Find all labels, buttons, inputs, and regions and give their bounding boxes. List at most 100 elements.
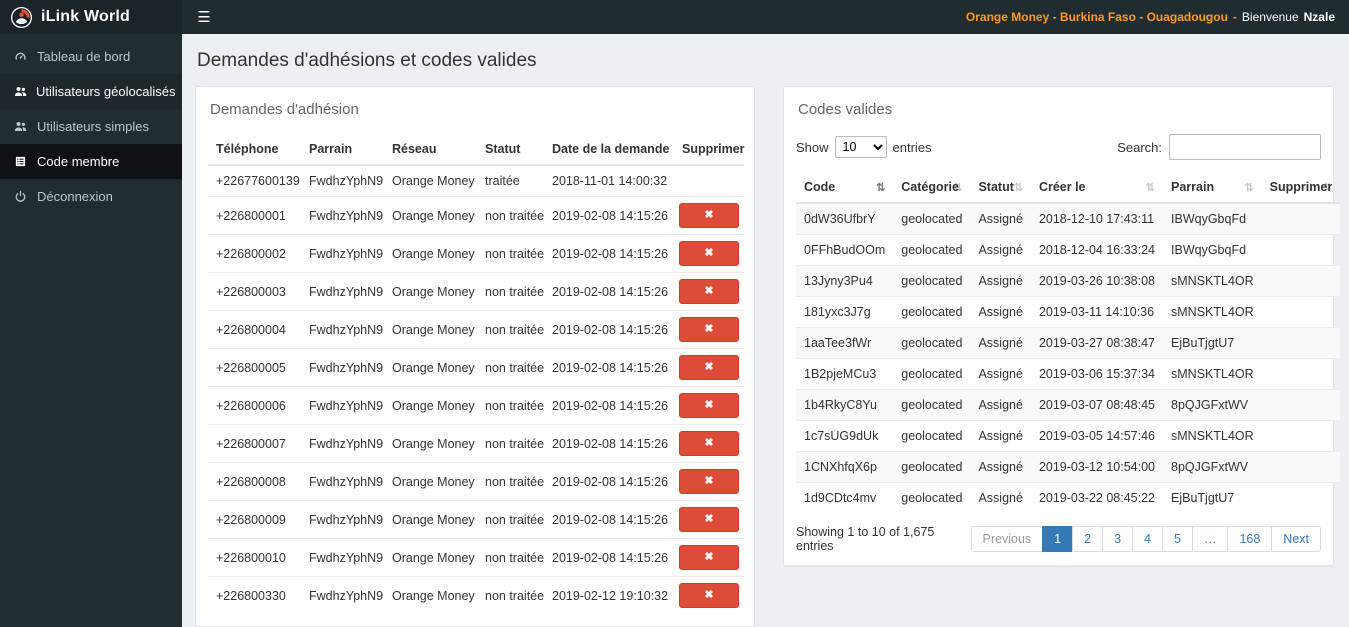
codes-column-header[interactable]: ⇅ Code	[796, 172, 894, 204]
delete-demande-button[interactable]: ✖	[679, 203, 739, 228]
sidebar-item-utilisateurs-geolocalises[interactable]: Utilisateurs géolocalisés	[0, 74, 182, 109]
cell-telephone: +226800004	[208, 310, 301, 349]
codes-table: ⇅ Code ⇅ Catégorie ⇅ Statut ⇅ Créer le ⇅ Parrain ⇅…	[796, 172, 1341, 513]
delete-demande-button[interactable]: ✖	[679, 507, 739, 532]
delete-demande-button[interactable]: ✖	[679, 355, 739, 380]
cell-categorie: geolocated	[893, 482, 971, 513]
cell-supprimer	[1261, 234, 1341, 266]
codes-row: 1B2pjeMCu3 geolocated Assigné 2019-03-06 15…	[796, 358, 1341, 390]
brand[interactable]: iLink World	[0, 0, 182, 34]
pagination-page-4[interactable]: 4	[1132, 526, 1163, 552]
cell-statut: Assigné	[970, 202, 1031, 235]
cell-statut: Assigné	[970, 451, 1031, 483]
demandes-column-header: Statut	[477, 134, 544, 166]
codes-column-header[interactable]: ⇅ Supprimer	[1261, 172, 1341, 204]
cell-categorie: geolocated	[893, 234, 971, 266]
pagination-page-3[interactable]: 3	[1102, 526, 1134, 552]
codes-column-header[interactable]: ⇅ Créer le	[1030, 172, 1164, 204]
cell-supprimer	[1261, 358, 1341, 390]
demandes-column-header: Supprimer	[674, 134, 745, 166]
cell-parrain: FwdhzYphN9	[301, 538, 384, 577]
delete-demande-button[interactable]: ✖	[679, 431, 739, 456]
codes-row: 1aaTee3fWr geolocated Assigné 2019-03-27 08…	[796, 327, 1341, 359]
cell-code: 1b4RkyC8Yu	[796, 389, 894, 421]
pagination-page-5[interactable]: 5	[1161, 526, 1193, 552]
delete-demande-button[interactable]: ✖	[679, 583, 739, 608]
sidebar-item-utilisateurs-simples[interactable]: Utilisateurs simples	[0, 109, 182, 144]
cell-telephone: +226800330	[208, 576, 301, 614]
cell-supprimer	[1261, 327, 1341, 359]
demandes-column-header: Date de la demande	[544, 134, 674, 166]
codes-row: 181yxc3J7g geolocated Assigné 2019-03-11 14…	[796, 296, 1341, 328]
pagination-ellipsis[interactable]: …	[1191, 526, 1229, 552]
pagination-next[interactable]: Next	[1271, 526, 1321, 552]
sidebar-toggle-button[interactable]: ☰	[182, 0, 226, 34]
power-icon	[14, 190, 28, 203]
codes-row: 1c7sUG9dUk geolocated Assigné 2019-03-05 14…	[796, 420, 1341, 452]
cell-parrain: FwdhzYphN9	[301, 424, 384, 463]
pagination-previous[interactable]: Previous	[970, 526, 1044, 552]
cell-telephone: +226800001	[208, 196, 301, 235]
delete-demande-button[interactable]: ✖	[679, 545, 739, 570]
pagination-page-1[interactable]: 1	[1042, 526, 1074, 552]
demandes-row: +226800004 FwdhzYphN9 Orange Money non trai…	[208, 310, 744, 349]
cell-date: 2019-02-08 14:15:26	[544, 424, 674, 463]
cell-statut: non traitée	[477, 424, 544, 463]
demandes-table: Téléphone Parrain Réseau Statut Date de la d…	[208, 134, 745, 614]
column-label: Parrain	[1171, 180, 1215, 194]
delete-demande-button[interactable]: ✖	[679, 241, 739, 266]
cell-parrain: FwdhzYphN9	[301, 576, 384, 614]
delete-demande-button[interactable]: ✖	[679, 469, 739, 494]
cell-parrain: sMNSKTL4OR	[1163, 296, 1262, 328]
cell-supprimer: ✖	[674, 272, 744, 311]
cell-date: 2019-02-08 14:15:26	[544, 196, 674, 235]
column-label: Supprimer	[1269, 180, 1333, 194]
demandes-row: +22677600139 FwdhzYphN9 Orange Money traité…	[208, 164, 744, 197]
hamburger-icon: ☰	[197, 9, 211, 26]
delete-demande-button[interactable]: ✖	[679, 393, 739, 418]
users-icon	[14, 120, 28, 133]
sort-icon: ⇅	[1013, 182, 1023, 194]
codes-row: 13Jyny3Pu4 geolocated Assigné 2019-03-26 10…	[796, 265, 1341, 297]
sidebar-item-code-membre[interactable]: Code membre	[0, 144, 182, 179]
sidebar-item-tableau-de-bord[interactable]: Tableau de bord	[0, 39, 182, 74]
pagination-page-168[interactable]: 168	[1227, 526, 1273, 552]
demandes-row: +226800003 FwdhzYphN9 Orange Money non trai…	[208, 272, 744, 311]
page-length-select[interactable]: 10	[834, 136, 887, 158]
topbar-separator: -	[1232, 10, 1237, 24]
page-title: Demandes d'adhésions et codes valides	[197, 50, 537, 71]
pagination-page-2[interactable]: 2	[1072, 526, 1104, 552]
demandes-panel-title: Demandes d'adhésion	[210, 101, 359, 118]
sidebar-item-label: Tableau de bord	[37, 49, 131, 64]
search-label: Search:	[1117, 139, 1162, 155]
cell-categorie: geolocated	[893, 296, 971, 328]
search-input[interactable]	[1169, 134, 1321, 160]
topbar: iLink World ☰ Orange Money - Burkina Fas…	[0, 0, 1349, 34]
demandes-row: +226800330 FwdhzYphN9 Orange Money non trai…	[208, 576, 744, 614]
cell-statut: non traitée	[477, 196, 544, 235]
codes-column-header[interactable]: ⇅ Statut	[970, 172, 1031, 204]
codes-column-header[interactable]: ⇅ Catégorie	[893, 172, 971, 204]
cell-supprimer: ✖	[674, 310, 744, 349]
cell-statut: traitée	[477, 164, 544, 197]
cell-parrain: FwdhzYphN9	[301, 164, 384, 197]
cell-statut: non traitée	[477, 386, 544, 425]
column-label: Catégorie	[901, 180, 959, 194]
cell-creer-le: 2019-03-22 08:45:22	[1030, 482, 1164, 513]
sort-icon: ⇅	[876, 182, 886, 194]
cell-parrain: FwdhzYphN9	[301, 196, 384, 235]
cell-parrain: EjBuTjgtU7	[1163, 482, 1262, 513]
codes-column-header[interactable]: ⇅ Parrain	[1163, 172, 1262, 204]
cell-categorie: geolocated	[893, 451, 971, 483]
cell-supprimer	[1261, 265, 1341, 297]
cell-parrain: sMNSKTL4OR	[1163, 265, 1262, 297]
sidebar-item-deconnexion[interactable]: Déconnexion	[0, 179, 182, 214]
sidebar-nav: Tableau de bord Utilisateurs géolocalisés…	[0, 34, 182, 214]
delete-demande-button[interactable]: ✖	[679, 279, 739, 304]
delete-demande-button[interactable]: ✖	[679, 317, 739, 342]
sort-icon: ⇅	[1145, 182, 1156, 194]
table-info: Showing 1 to 10 of 1,675 entries	[796, 525, 935, 553]
codes-header-row: ⇅ Code ⇅ Catégorie ⇅ Statut ⇅ Créer le ⇅ Parrain ⇅…	[796, 172, 1341, 204]
cell-telephone: +226800003	[208, 272, 301, 311]
demandes-column-header: Réseau	[384, 134, 477, 166]
